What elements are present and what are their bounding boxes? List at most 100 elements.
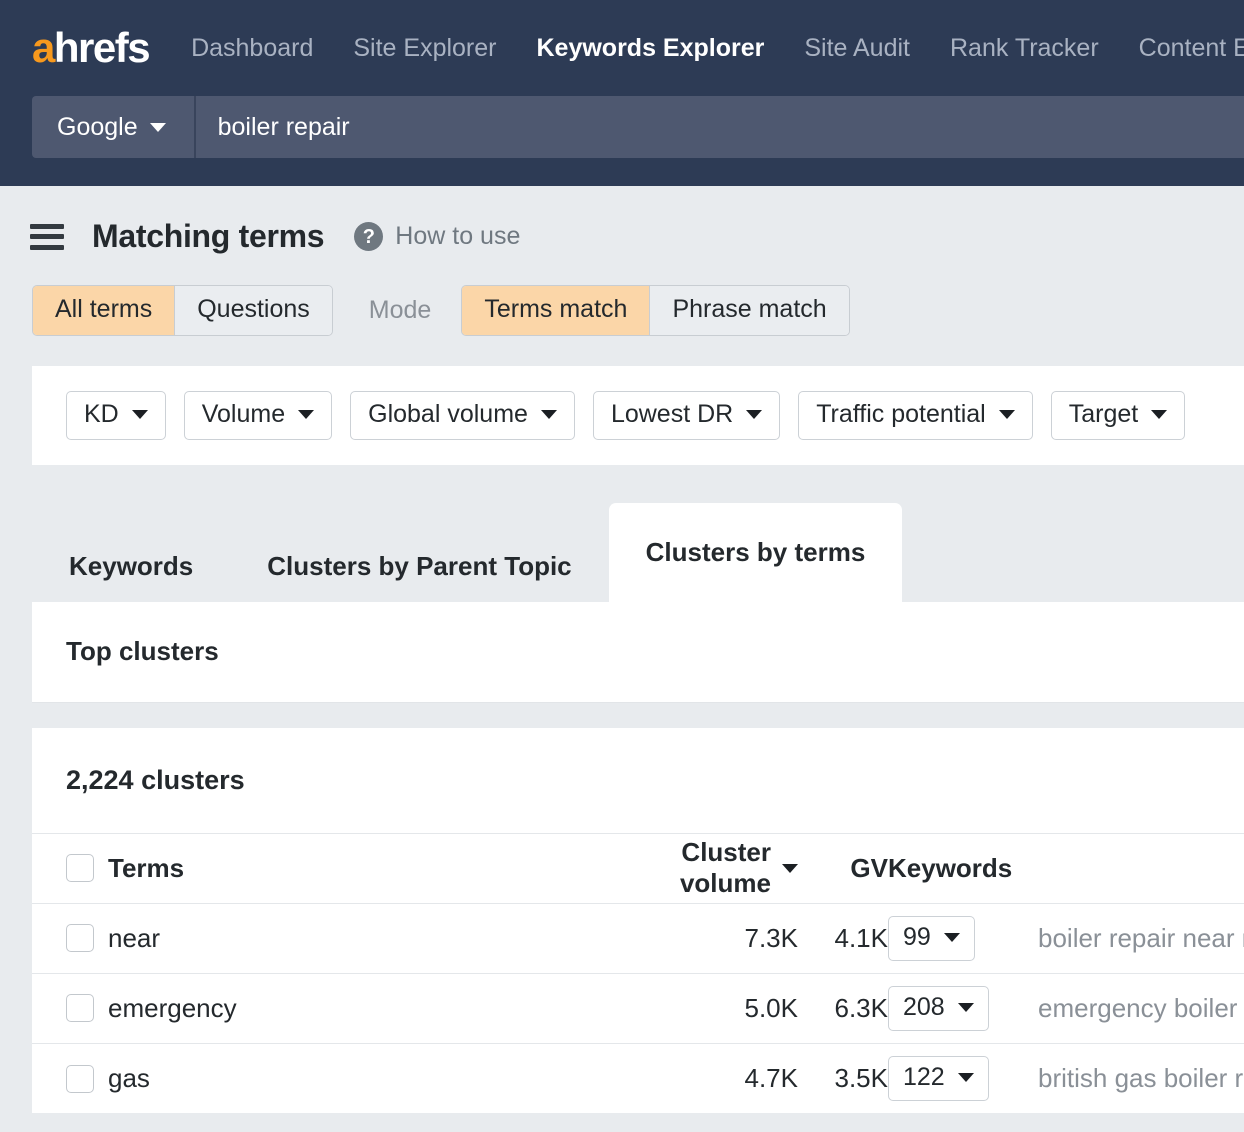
table-header-row: Terms Cluster volume GV Keywords <box>32 833 1244 903</box>
toggle-all-terms[interactable]: All terms <box>33 286 175 335</box>
row-select-cell <box>32 903 108 973</box>
search-engine-selector[interactable]: Google <box>32 96 196 158</box>
question-mark-icon: ? <box>354 222 383 251</box>
filter-volume[interactable]: Volume <box>184 391 332 440</box>
search-engine-label: Google <box>57 113 138 142</box>
filter-kd-label: KD <box>84 400 119 429</box>
keyword-count-value: 208 <box>903 993 945 1022</box>
toggle-questions[interactable]: Questions <box>175 286 332 335</box>
filter-global-volume-label: Global volume <box>368 400 528 429</box>
ahrefs-logo[interactable]: ahrefs <box>32 27 149 69</box>
filter-lowest-dr-label: Lowest DR <box>611 400 733 429</box>
table-row[interactable]: emergency 5.0K 6.3K 208 emergency boiler… <box>32 973 1244 1043</box>
keyword-count-dropdown[interactable]: 99 <box>888 916 975 961</box>
chevron-down-icon <box>958 1073 974 1082</box>
top-clusters-title: Top clusters <box>66 636 219 667</box>
logo-wordmark: hrefs <box>54 24 149 71</box>
cell-gv: 6.3K <box>798 973 888 1043</box>
toggle-phrase-match[interactable]: Phrase match <box>650 286 848 335</box>
cell-term: near <box>108 903 608 973</box>
cell-gv: 4.1K <box>798 903 888 973</box>
mode-label: Mode <box>369 296 432 325</box>
row-checkbox[interactable] <box>66 1065 94 1093</box>
clusters-table: Terms Cluster volume GV Keywords near 7.… <box>32 833 1244 1114</box>
nav-item-site-explorer[interactable]: Site Explorer <box>353 36 496 61</box>
filter-global-volume[interactable]: Global volume <box>350 391 575 440</box>
top-clusters-panel: Top clusters <box>32 602 1244 703</box>
row-checkbox[interactable] <box>66 994 94 1022</box>
mode-toggle-group: Terms match Phrase match <box>461 285 849 336</box>
row-select-cell <box>32 1043 108 1113</box>
cell-term: gas <box>108 1043 608 1113</box>
chevron-down-icon <box>132 410 148 419</box>
cell-cluster-volume: 5.0K <box>608 973 798 1043</box>
hamburger-icon[interactable] <box>30 224 64 250</box>
keyword-count-dropdown[interactable]: 208 <box>888 986 989 1031</box>
tab-keywords[interactable]: Keywords <box>32 532 230 602</box>
logo-letter-a: a <box>32 24 54 71</box>
sort-descending-caret-icon <box>782 864 798 873</box>
filter-lowest-dr[interactable]: Lowest DR <box>593 391 780 440</box>
filters-panel: KD Volume Global volume Lowest DR Traffi… <box>32 366 1244 465</box>
toggle-terms-match[interactable]: Terms match <box>462 286 650 335</box>
row-select-cell <box>32 973 108 1043</box>
chevron-down-icon <box>958 1003 974 1012</box>
top-clusters-header: Top clusters <box>32 602 1244 703</box>
keyword-search-input[interactable] <box>196 96 1244 158</box>
cell-term: emergency <box>108 973 608 1043</box>
select-all-cell <box>32 833 108 903</box>
row-checkbox[interactable] <box>66 924 94 952</box>
table-row[interactable]: near 7.3K 4.1K 99 boiler repair near me <box>32 903 1244 973</box>
tab-clusters-by-terms[interactable]: Clusters by terms <box>609 503 903 602</box>
column-header-sample <box>1038 833 1244 903</box>
segment-toggle-row: All terms Questions Mode Terms match Phr… <box>0 255 1244 336</box>
nav-item-keywords-explorer[interactable]: Keywords Explorer <box>537 36 765 61</box>
chevron-down-icon <box>541 410 557 419</box>
column-header-terms[interactable]: Terms <box>108 833 608 903</box>
page-header: Matching terms ? How to use <box>0 186 1244 255</box>
cell-gv: 3.5K <box>798 1043 888 1113</box>
chevron-down-icon <box>150 123 166 132</box>
cell-sample-keyword: british gas boiler repair <box>1038 1043 1244 1113</box>
column-header-keywords[interactable]: Keywords <box>888 833 1038 903</box>
filter-target-label: Target <box>1069 400 1138 429</box>
keyword-count-dropdown[interactable]: 122 <box>888 1056 989 1101</box>
column-header-cluster-volume-label: Cluster volume <box>608 837 771 899</box>
nav-item-site-audit[interactable]: Site Audit <box>804 36 910 61</box>
cluster-count-row: 2,224 clusters <box>32 728 1244 833</box>
filter-traffic-potential[interactable]: Traffic potential <box>798 391 1033 440</box>
cell-keyword-count: 208 <box>888 973 1038 1043</box>
table-body: near 7.3K 4.1K 99 boiler repair near me … <box>32 903 1244 1113</box>
how-to-use-label: How to use <box>395 222 520 251</box>
how-to-use-link[interactable]: ? How to use <box>354 222 520 251</box>
cell-sample-keyword: boiler repair near me <box>1038 903 1244 973</box>
cell-keyword-count: 122 <box>888 1043 1038 1113</box>
select-all-checkbox[interactable] <box>66 854 94 882</box>
table-row[interactable]: gas 4.7K 3.5K 122 british gas boiler rep… <box>32 1043 1244 1113</box>
cell-cluster-volume: 4.7K <box>608 1043 798 1113</box>
page-title: Matching terms <box>92 218 324 255</box>
filter-kd[interactable]: KD <box>66 391 166 440</box>
filter-target[interactable]: Target <box>1051 391 1185 440</box>
nav-item-dashboard[interactable]: Dashboard <box>191 36 313 61</box>
column-header-cluster-volume[interactable]: Cluster volume <box>608 833 798 903</box>
tab-bar: Keywords Clusters by Parent Topic Cluste… <box>32 503 1244 602</box>
chevron-down-icon <box>944 933 960 942</box>
chevron-down-icon <box>1151 410 1167 419</box>
chevron-down-icon <box>999 410 1015 419</box>
nav-row: ahrefs Dashboard Site Explorer Keywords … <box>0 0 1244 96</box>
nav-item-rank-tracker[interactable]: Rank Tracker <box>950 36 1099 61</box>
section-divider <box>0 703 1244 728</box>
column-header-gv[interactable]: GV <box>798 833 888 903</box>
cluster-count: 2,224 clusters <box>66 765 245 796</box>
cell-sample-keyword: emergency boiler repair <box>1038 973 1244 1043</box>
search-bar: Google <box>32 96 1244 158</box>
nav-item-content-explorer[interactable]: Content Explorer <box>1139 36 1244 61</box>
top-navigation-bar: ahrefs Dashboard Site Explorer Keywords … <box>0 0 1244 186</box>
cell-keyword-count: 99 <box>888 903 1038 973</box>
clusters-table-panel: 2,224 clusters Terms Cluster volume GV K <box>32 728 1244 1114</box>
filter-volume-label: Volume <box>202 400 285 429</box>
chevron-down-icon <box>746 410 762 419</box>
tab-clusters-by-parent-topic[interactable]: Clusters by Parent Topic <box>230 532 608 602</box>
chevron-down-icon <box>298 410 314 419</box>
